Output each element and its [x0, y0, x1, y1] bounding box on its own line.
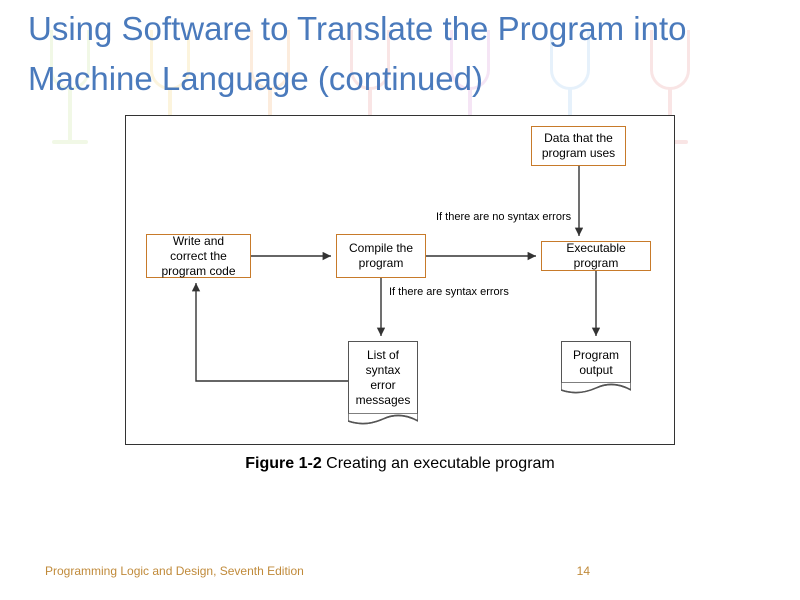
figure-caption: Figure 1-2 Creating an executable progra…	[0, 455, 800, 473]
node-executable: Executable program	[541, 241, 651, 271]
node-input-data: Data that the program uses	[531, 126, 626, 166]
node-error-list-label: List of syntax error messages	[356, 348, 411, 407]
book-title: Programming Logic and Design, Seventh Ed…	[45, 564, 304, 578]
slide-footer: Programming Logic and Design, Seventh Ed…	[0, 564, 800, 578]
node-compile: Compile the program	[336, 234, 426, 278]
edge-label-has-errors: If there are syntax errors	[389, 286, 509, 299]
edge-label-no-errors: If there are no syntax errors	[436, 211, 571, 224]
figure-text: Creating an executable program	[322, 455, 555, 472]
node-write-code: Write and correct the program code	[146, 234, 251, 278]
figure-number: Figure 1-2	[245, 455, 321, 472]
slide-title: Using Software to Translate the Program …	[0, 0, 800, 103]
node-program-output-label: Program output	[573, 348, 619, 377]
flowchart: Write and correct the program code Compi…	[125, 115, 675, 445]
node-error-list: List of syntax error messages	[348, 341, 418, 427]
page-number: 14	[577, 564, 590, 578]
node-program-output: Program output	[561, 341, 631, 396]
